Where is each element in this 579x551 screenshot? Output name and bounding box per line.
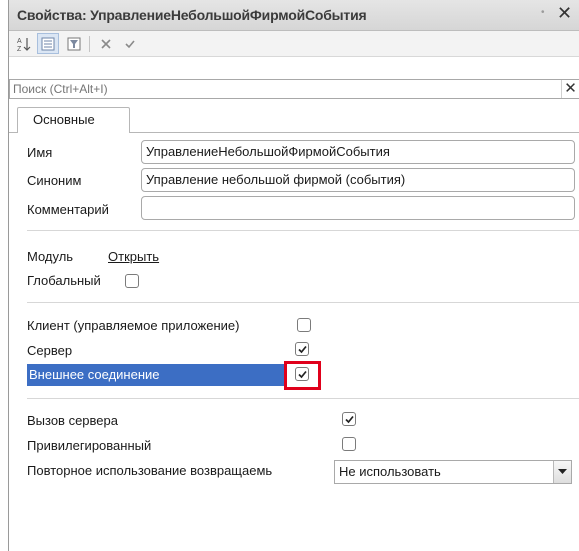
server-call-label: Вызов сервера bbox=[27, 413, 118, 428]
window-title: Свойства: УправлениеНебольшойФирмойСобыт… bbox=[17, 7, 367, 23]
tab-main-label: Основные bbox=[33, 112, 95, 127]
tab-main[interactable]: Основные bbox=[17, 107, 130, 133]
svg-text:Z: Z bbox=[17, 46, 22, 52]
global-checkbox[interactable] bbox=[125, 274, 139, 288]
separator-2 bbox=[27, 302, 579, 303]
properties-window: Свойства: УправлениеНебольшойФирмойСобыт… bbox=[8, 0, 579, 551]
dropdown-button[interactable] bbox=[553, 461, 571, 483]
reuse-value: Не использовать bbox=[339, 464, 441, 479]
module-open-link[interactable]: Открыть bbox=[108, 249, 159, 264]
close-icon[interactable]: ✕ bbox=[557, 3, 572, 24]
chevron-down-icon bbox=[558, 469, 567, 474]
search-clear-icon[interactable]: ✕ bbox=[561, 80, 579, 98]
comment-label: Комментарий bbox=[27, 202, 109, 217]
server-call-checkbox[interactable] bbox=[342, 412, 356, 426]
reuse-label: Повторное использование возвращаемь bbox=[27, 463, 273, 478]
checkmark-icon bbox=[298, 345, 307, 354]
pin-icon[interactable]: • bbox=[541, 7, 545, 18]
separator-3 bbox=[27, 398, 579, 399]
filter-icon[interactable] bbox=[63, 33, 85, 54]
name-label: Имя bbox=[27, 145, 53, 160]
tab-active-gap bbox=[18, 132, 129, 133]
separator-1 bbox=[27, 230, 579, 231]
title-bar: Свойства: УправлениеНебольшойФирмойСобыт… bbox=[9, 0, 579, 31]
categories-icon[interactable] bbox=[37, 33, 59, 54]
search-bar: ✕ bbox=[9, 79, 579, 99]
privileged-checkbox[interactable] bbox=[342, 437, 356, 451]
server-checkbox[interactable] bbox=[295, 342, 309, 356]
name-value: УправлениеНебольшойФирмойСобытия bbox=[146, 144, 390, 159]
comment-field[interactable] bbox=[141, 196, 575, 220]
privileged-label: Привилегированный bbox=[27, 438, 152, 453]
delete-x-icon[interactable] bbox=[95, 33, 117, 54]
external-label: Внешнее соединение bbox=[29, 367, 160, 382]
svg-text:A: A bbox=[17, 38, 22, 45]
module-label: Модуль bbox=[27, 249, 74, 264]
server-label: Сервер bbox=[27, 343, 73, 358]
toolbar-separator bbox=[89, 36, 90, 52]
synonym-field[interactable]: Управление небольшой фирмой (события) bbox=[141, 168, 575, 192]
checkmark-icon bbox=[345, 415, 354, 424]
reuse-select[interactable]: Не использовать bbox=[334, 460, 572, 484]
toolbar: A Z bbox=[9, 31, 579, 57]
external-connection-row[interactable]: Внешнее соединение bbox=[27, 364, 285, 386]
highlight-frame bbox=[284, 361, 321, 390]
synonym-value: Управление небольшой фирмой (события) bbox=[146, 172, 406, 187]
client-label: Клиент (управляемое приложение) bbox=[27, 318, 240, 333]
checkmark-icon[interactable] bbox=[119, 33, 141, 54]
sort-az-icon[interactable]: A Z bbox=[13, 33, 35, 54]
name-field[interactable]: УправлениеНебольшойФирмойСобытия bbox=[141, 140, 575, 164]
search-input[interactable] bbox=[11, 80, 559, 98]
synonym-label: Синоним bbox=[27, 173, 82, 188]
client-checkbox[interactable] bbox=[297, 318, 311, 332]
global-label: Глобальный bbox=[27, 273, 101, 288]
